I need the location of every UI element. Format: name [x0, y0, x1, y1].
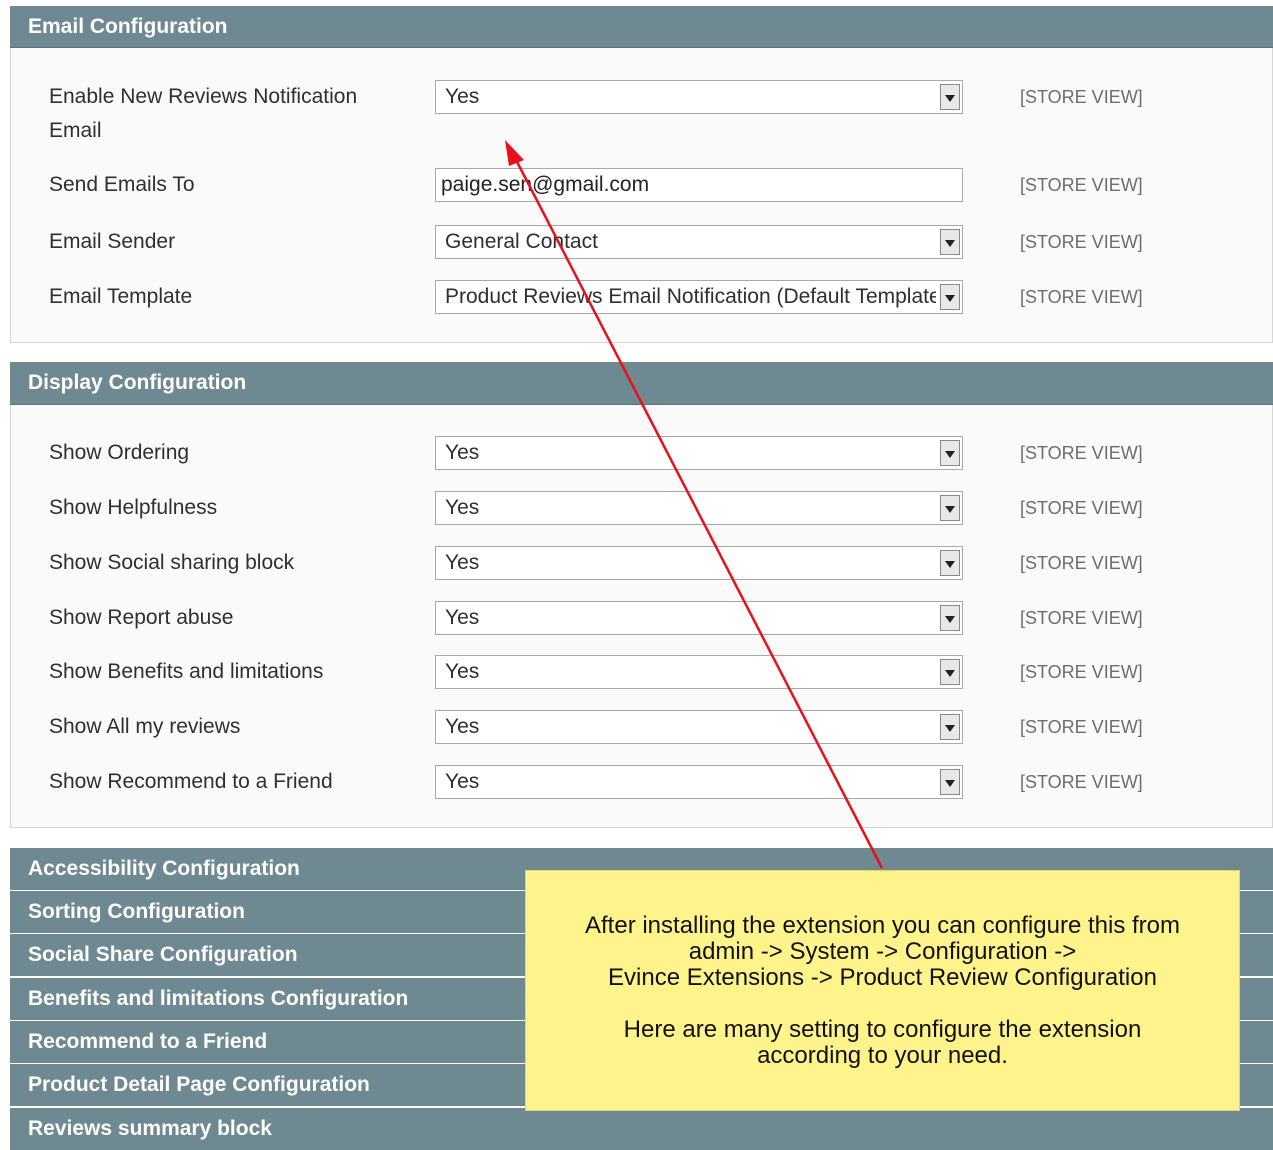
config-row-email-template: Email Template Product Reviews Email Not…	[11, 280, 1272, 314]
show-report-abuse-select[interactable]: Yes	[435, 601, 963, 635]
chevron-down-icon[interactable]	[940, 550, 960, 576]
enable-notification-select[interactable]: Yes	[435, 80, 963, 114]
select-value: Yes	[445, 770, 480, 793]
select-value: Yes	[445, 606, 480, 629]
show-helpfulness-select[interactable]: Yes	[435, 491, 963, 525]
scope-label: [STORE VIEW]	[1020, 175, 1143, 195]
show-ordering-select[interactable]: Yes	[435, 436, 963, 470]
annotation-note: After installing the extension you can c…	[525, 870, 1240, 1111]
field-label: Show All my reviews	[49, 715, 241, 738]
label-line: Enable New Reviews Notification	[49, 85, 358, 108]
config-row-show-report-abuse: Show Report abuse Yes [STORE VIEW]	[11, 601, 1272, 635]
select-value: Product Reviews Email Notification (Defa…	[445, 285, 936, 308]
display-configuration-body: Show Ordering Yes [STORE VIEW] Show Help…	[10, 405, 1273, 828]
note-line: Here are many setting to configure the e…	[623, 1016, 1142, 1043]
scope-label: [STORE VIEW]	[1020, 87, 1143, 107]
note-line: Evince Extensions -> Product Review Conf…	[608, 964, 1157, 991]
chevron-down-icon[interactable]	[940, 229, 960, 255]
select-value: Yes	[445, 551, 480, 574]
field-label: Show Social sharing block	[49, 551, 295, 574]
config-row-show-benefits: Show Benefits and limitations Yes [STORE…	[11, 655, 1272, 689]
show-recommend-select[interactable]: Yes	[435, 765, 963, 799]
field-label: Show Ordering	[49, 441, 190, 464]
scope-label: [STORE VIEW]	[1020, 662, 1143, 682]
select-value: Yes	[445, 441, 480, 464]
config-row-email-sender: Email Sender General Contact [STORE VIEW…	[11, 225, 1272, 259]
chevron-down-icon[interactable]	[940, 605, 960, 631]
field-label: Show Recommend to a Friend	[49, 770, 333, 793]
section-title: Display Configuration	[28, 371, 247, 394]
scope-label: [STORE VIEW]	[1020, 287, 1143, 307]
field-label: Show Benefits and limitations	[49, 660, 324, 683]
select-value: General Contact	[445, 230, 598, 253]
email-sender-select[interactable]: General Contact	[435, 225, 963, 259]
config-row-show-recommend: Show Recommend to a Friend Yes [STORE VI…	[11, 765, 1272, 799]
show-social-sharing-select[interactable]: Yes	[435, 546, 963, 580]
config-row-show-all-reviews: Show All my reviews Yes [STORE VIEW]	[11, 710, 1272, 744]
section-title: Accessibility Configuration	[28, 857, 300, 880]
chevron-down-icon[interactable]	[940, 769, 960, 795]
email-configuration-header[interactable]: Email Configuration	[10, 6, 1273, 48]
field-label: Show Helpfulness	[49, 496, 218, 519]
config-row-show-social-sharing: Show Social sharing block Yes [STORE VIE…	[11, 546, 1272, 580]
section-title: Social Share Configuration	[28, 943, 298, 966]
chevron-down-icon[interactable]	[940, 84, 960, 110]
chevron-down-icon[interactable]	[940, 284, 960, 310]
scope-label: [STORE VIEW]	[1020, 553, 1143, 573]
chevron-down-icon[interactable]	[940, 659, 960, 685]
section-title: Sorting Configuration	[28, 900, 245, 923]
select-value: Yes	[445, 660, 480, 683]
chevron-down-icon[interactable]	[940, 440, 960, 466]
note-line: admin -> System -> Configuration ->	[688, 938, 1077, 965]
send-emails-to-input[interactable]: paige.sen@gmail.com	[435, 168, 963, 202]
section-title: Product Detail Page Configuration	[28, 1073, 370, 1096]
reviews-summary-block-header[interactable]: Reviews summary block	[10, 1108, 1273, 1150]
scope-label: [STORE VIEW]	[1020, 717, 1143, 737]
show-benefits-select[interactable]: Yes	[435, 655, 963, 689]
section-title: Benefits and limitations Configuration	[28, 987, 409, 1010]
field-label: Show Report abuse	[49, 606, 234, 629]
chevron-down-icon[interactable]	[940, 495, 960, 521]
select-value: Yes	[445, 715, 480, 738]
section-title: Reviews summary block	[28, 1117, 272, 1140]
field-label: Send Emails To	[49, 173, 195, 196]
field-label: Email Sender	[49, 230, 176, 253]
scope-label: [STORE VIEW]	[1020, 608, 1143, 628]
scope-label: [STORE VIEW]	[1020, 232, 1143, 252]
section-title: Recommend to a Friend	[28, 1030, 268, 1053]
chevron-down-icon[interactable]	[940, 714, 960, 740]
scope-label: [STORE VIEW]	[1020, 772, 1143, 792]
display-configuration-header[interactable]: Display Configuration	[10, 362, 1273, 405]
email-configuration-body: Enable New Reviews Notification Email Ye…	[10, 48, 1273, 343]
field-label: Enable New Reviews Notification Email	[49, 80, 409, 148]
note-line: After installing the extension you can c…	[585, 912, 1180, 939]
show-all-reviews-select[interactable]: Yes	[435, 710, 963, 744]
field-label: Email Template	[49, 285, 193, 308]
note-line: according to your need.	[757, 1042, 1008, 1069]
label-line: Email	[49, 119, 102, 142]
config-row-enable-notification: Enable New Reviews Notification Email Ye…	[11, 80, 1272, 142]
config-row-send-emails-to: Send Emails To paige.sen@gmail.com [STOR…	[11, 168, 1272, 202]
config-row-show-ordering: Show Ordering Yes [STORE VIEW]	[11, 436, 1272, 470]
select-value: Yes	[445, 85, 480, 108]
config-row-show-helpfulness: Show Helpfulness Yes [STORE VIEW]	[11, 491, 1272, 525]
scope-label: [STORE VIEW]	[1020, 443, 1143, 463]
email-template-select[interactable]: Product Reviews Email Notification (Defa…	[435, 280, 963, 314]
scope-label: [STORE VIEW]	[1020, 498, 1143, 518]
section-title: Email Configuration	[28, 14, 228, 38]
select-value: Yes	[445, 496, 480, 519]
